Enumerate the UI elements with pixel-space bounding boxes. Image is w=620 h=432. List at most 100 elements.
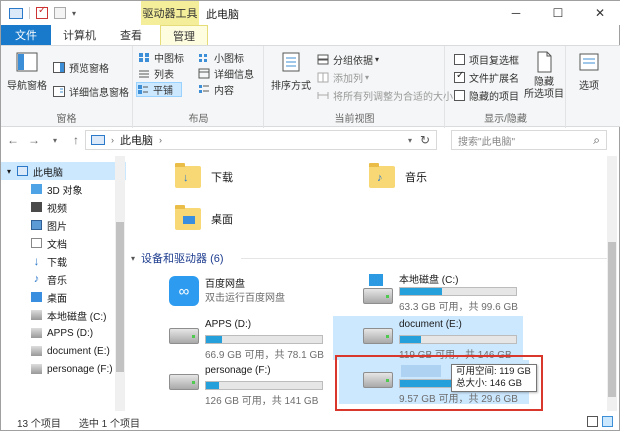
sidebar-item-downloads[interactable]: ↓ 下载: [1, 252, 126, 270]
content-scrollbar[interactable]: [607, 156, 617, 411]
group-label: 当前视图: [334, 114, 375, 125]
breadcrumb-separator-icon[interactable]: ›: [159, 135, 162, 145]
folder-label: 音乐: [405, 172, 427, 184]
details-pane-button[interactable]: 详细信息窗格: [53, 84, 129, 99]
drive-icon: [363, 328, 393, 344]
drive-info: 双击运行百度网盘: [205, 293, 285, 304]
tooltip: 可用空间: 119 GB 总大小: 146 GB: [451, 364, 537, 392]
desktop-icon: [183, 216, 195, 224]
sidebar-item-documents[interactable]: 文档: [1, 234, 126, 252]
new-folder-icon[interactable]: [54, 7, 66, 19]
sidebar-item-videos[interactable]: 视频: [1, 198, 126, 216]
cloud-icon: ∞: [169, 276, 199, 306]
checkbox[interactable]: [454, 54, 465, 65]
options-button[interactable]: 选项: [571, 50, 607, 92]
add-column-button[interactable]: 添加列 ▾: [317, 70, 369, 85]
chevron-down-icon[interactable]: ▾: [7, 167, 17, 176]
refresh-icon[interactable]: ↻: [420, 133, 430, 147]
fit-columns-button[interactable]: 将所有列调整为合适的大小: [317, 88, 453, 103]
layout-label: 详细信息: [214, 70, 254, 81]
item-checkboxes-toggle[interactable]: 项目复选框: [454, 52, 519, 67]
sidebar-item-drive-c[interactable]: 本地磁盘 (C:): [1, 306, 126, 324]
nav-pane-button[interactable]: 导航窗格: [7, 50, 47, 92]
sidebar-item-music[interactable]: ♪ 音乐: [1, 270, 126, 288]
layout-content[interactable]: 内容: [198, 82, 234, 97]
layout-tiles[interactable]: 平铺: [136, 82, 182, 97]
sidebar-item-drive-e[interactable]: document (E:): [1, 342, 126, 360]
show-hide-group: 项目复选框 文件扩展名 隐藏的项目 隐藏 所选项目 显示/隐藏: [446, 46, 566, 128]
checkbox[interactable]: [454, 70, 465, 83]
sidebar-item-label: APPS (D:): [47, 327, 94, 339]
title-bar: ▾ 驱动器工具 此电脑 ─ ☐ ✕: [1, 1, 620, 25]
close-button[interactable]: ✕: [579, 1, 620, 25]
sidebar-scrollbar[interactable]: [115, 156, 125, 411]
folder-item-desktop[interactable]: 桌面: [175, 205, 233, 230]
folder-item-music[interactable]: ♪ 音乐: [369, 163, 427, 188]
sidebar-item-drive-f[interactable]: personage (F:): [1, 360, 126, 378]
window-controls: ─ ☐ ✕: [495, 1, 620, 25]
sidebar-item-3d-objects[interactable]: 3D 对象: [1, 180, 126, 198]
chevron-down-icon[interactable]: ▾: [131, 254, 135, 263]
breadcrumb-separator-icon[interactable]: ›: [111, 135, 114, 145]
checkbox[interactable]: [454, 90, 465, 101]
sidebar-item-label: 文档: [47, 239, 67, 251]
scrollbar-thumb[interactable]: [116, 222, 124, 372]
up-arrow-icon[interactable]: ↑: [67, 133, 85, 147]
file-extensions-toggle[interactable]: 文件扩展名: [454, 70, 519, 85]
drive-icon: [31, 346, 42, 356]
drive-item-f[interactable]: personage (F:) 126 GB 可用，共 141 GB: [163, 362, 353, 407]
drive-item-baidu[interactable]: ∞ 百度网盘 双击运行百度网盘: [163, 272, 353, 316]
drive-item-c[interactable]: 本地磁盘 (C:) 63.3 GB 可用，共 99.6 GB: [357, 268, 547, 313]
drive-item-d[interactable]: APPS (D:) 66.9 GB 可用，共 78.1 GB: [163, 316, 353, 361]
address-bar[interactable]: › 此电脑 › ▾ ↻: [85, 130, 437, 150]
sidebar-item-desktop[interactable]: 桌面: [1, 288, 126, 306]
scrollbar-thumb[interactable]: [608, 242, 616, 397]
layout-label: 内容: [214, 86, 234, 97]
layout-list[interactable]: 列表: [138, 66, 174, 81]
folder-item-downloads[interactable]: ↓ 下载: [175, 163, 233, 188]
tiles-icon: [138, 85, 148, 94]
forward-arrow-icon[interactable]: →: [25, 133, 43, 147]
tab-view[interactable]: 查看: [108, 25, 154, 45]
sidebar-item-drive-d[interactable]: APPS (D:): [1, 324, 126, 342]
hide-selected-button[interactable]: 隐藏 所选项目: [522, 50, 566, 101]
group-by-button[interactable]: 分组依据 ▾: [317, 52, 379, 67]
tab-file[interactable]: 文件: [1, 25, 51, 45]
tiles-view-icon[interactable]: [602, 416, 613, 427]
preview-pane-button[interactable]: 预览窗格: [53, 60, 109, 75]
drive-icon: [169, 374, 199, 390]
search-icon[interactable]: ⌕: [593, 133, 600, 148]
add-column-label: 添加列: [333, 74, 363, 85]
sidebar-item-this-pc[interactable]: ▾ 此电脑: [1, 162, 126, 180]
desktop-icon: [31, 292, 42, 302]
layout-medium-icons[interactable]: 中图标: [138, 50, 184, 65]
group-label: 显示/隐藏: [484, 114, 527, 125]
hidden-items-toggle[interactable]: 隐藏的项目: [454, 88, 519, 103]
breadcrumb[interactable]: 此电脑: [120, 132, 153, 148]
drive-icon: [363, 288, 393, 304]
sidebar-item-pictures[interactable]: 图片: [1, 216, 126, 234]
folder-icon: [175, 205, 201, 230]
drive-item-e[interactable]: document (E:) 119 GB 可用，共 146 GB: [333, 316, 523, 361]
recent-locations-chevron-icon[interactable]: ▾: [46, 136, 64, 145]
chevron-down-icon[interactable]: ▾: [408, 136, 412, 145]
maximize-button[interactable]: ☐: [537, 1, 579, 25]
details-view-icon[interactable]: [587, 416, 598, 427]
drive-info: 126 GB 可用，共 141 GB: [205, 396, 319, 407]
back-arrow-icon[interactable]: ←: [4, 133, 22, 147]
sort-by-button[interactable]: 排序方式: [271, 50, 311, 92]
tab-manage[interactable]: 管理: [160, 25, 208, 45]
layout-details[interactable]: 详细信息: [198, 66, 254, 81]
chevron-down-icon[interactable]: ▾: [72, 9, 76, 18]
search-input[interactable]: 搜索"此电脑" ⌕: [451, 130, 607, 150]
divider: [29, 7, 30, 19]
layout-group: 中图标 小图标 列表 详细信息 平铺 内容 布局: [134, 46, 264, 128]
layout-small-icons[interactable]: 小图标: [198, 50, 244, 65]
fit-columns-label: 将所有列调整为合适的大小: [333, 92, 453, 103]
tab-computer[interactable]: 计算机: [51, 25, 108, 45]
properties-icon[interactable]: [36, 5, 48, 19]
search-placeholder: 搜索"此电脑": [458, 136, 516, 148]
minimize-button[interactable]: ─: [495, 1, 537, 25]
devices-section-header[interactable]: ▾ 设备和驱动器 (6): [131, 250, 224, 266]
fit-columns-icon: [317, 92, 329, 99]
